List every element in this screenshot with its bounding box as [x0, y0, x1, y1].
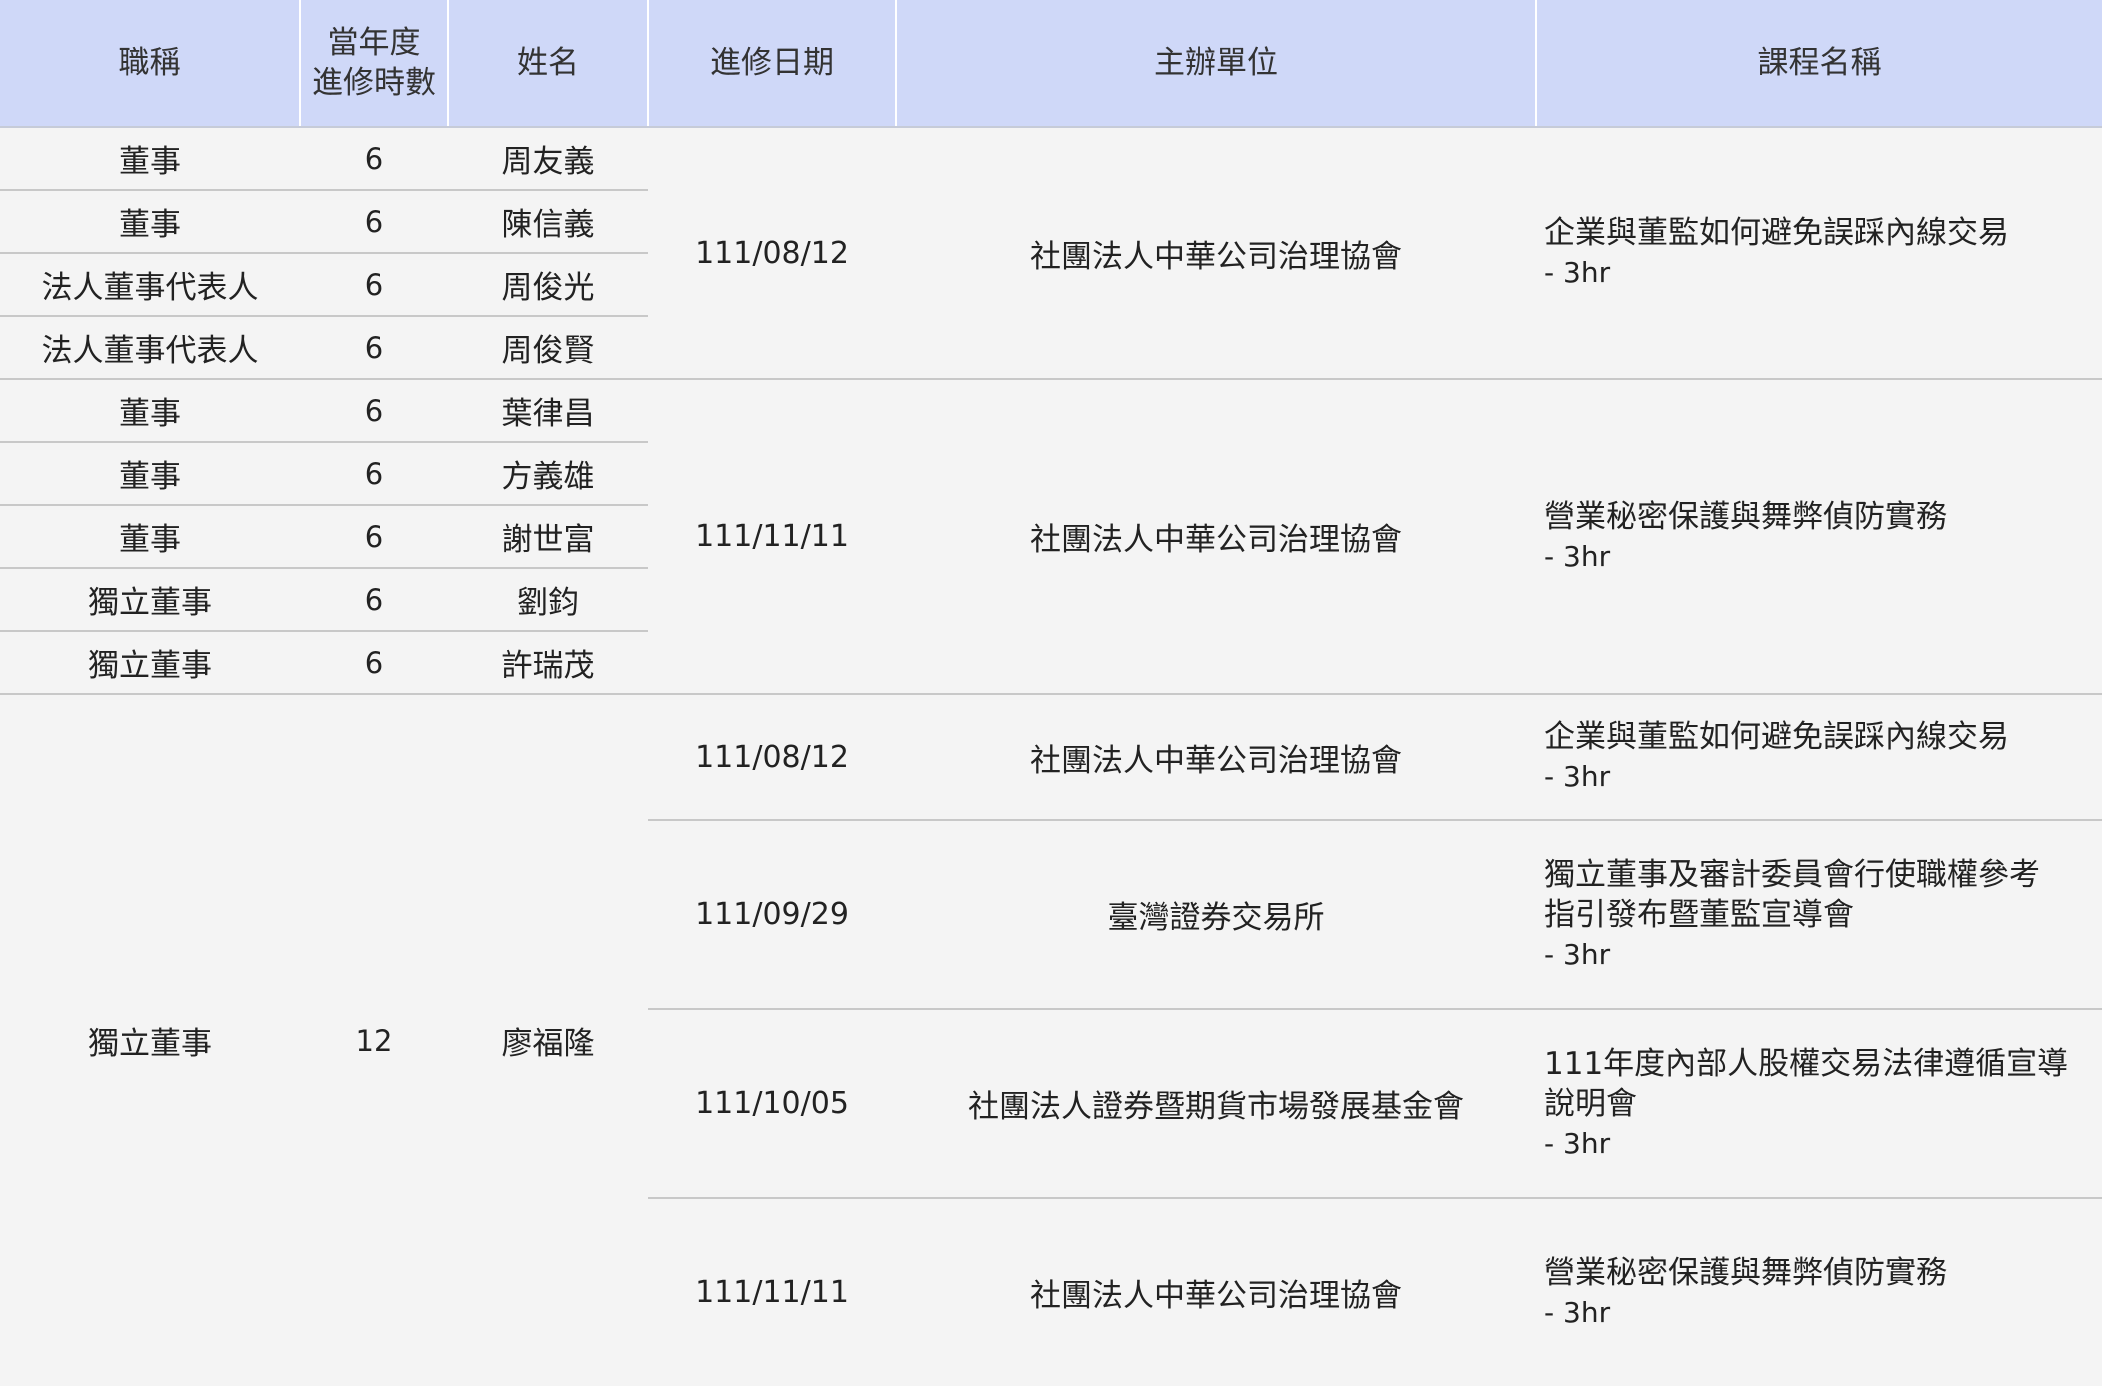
course-hours: - 3hr [1544, 1295, 1611, 1329]
course-organizer: 社團法人證券暨期貨市場發展基金會 [896, 1008, 1536, 1198]
person-hours: 6 [300, 567, 448, 631]
course-date: 111/08/12 [648, 693, 896, 820]
person-name: 謝世富 [448, 504, 648, 568]
header-hours-line1: 當年度 [327, 25, 421, 61]
header-course: 課程名稱 [1535, 0, 2102, 128]
header-date: 進修日期 [647, 0, 896, 128]
person-name: 方義雄 [448, 441, 648, 505]
person-title: 獨立董事 [0, 693, 300, 1386]
person-name: 劉鈞 [448, 567, 648, 631]
person-title: 董事 [0, 189, 300, 253]
course-name: 獨立董事及審計委員會行使職權參考 指引發布暨董監宣導會 - 3hr [1536, 819, 2102, 1009]
header-title: 職稱 [0, 0, 300, 128]
course-date: 111/11/11 [648, 1197, 896, 1386]
training-table: 職稱 當年度 進修時數 姓名 進修日期 主辦單位 課程名稱 董事 6 周友義 1… [0, 0, 2102, 1386]
person-hours: 6 [300, 378, 448, 442]
course-title: 營業秘密保護與舞弊偵防實務 [1544, 1254, 1947, 1291]
person-name: 廖福隆 [448, 693, 648, 1386]
course-title: 獨立董事及審計委員會行使職權參考 [1544, 856, 2040, 893]
person-name: 陳信義 [448, 189, 648, 253]
course-date: 111/08/12 [648, 127, 896, 379]
person-title: 董事 [0, 441, 300, 505]
person-title: 法人董事代表人 [0, 252, 300, 316]
course-name: 營業秘密保護與舞弊偵防實務 - 3hr [1536, 1197, 2102, 1386]
course-organizer: 社團法人中華公司治理協會 [896, 1197, 1536, 1386]
course-name: 企業與董監如何避免誤踩內線交易 - 3hr [1536, 127, 2102, 379]
person-name: 周俊賢 [448, 315, 648, 379]
table-row: 董事 6 周友義 111/08/12 社團法人中華公司治理協會 企業與董監如何避… [0, 127, 2102, 379]
person-hours: 6 [300, 252, 448, 316]
course-name: 營業秘密保護與舞弊偵防實務 - 3hr [1536, 378, 2102, 694]
course-organizer: 社團法人中華公司治理協會 [896, 693, 1536, 820]
course-date: 111/11/11 [648, 378, 896, 694]
course-hours: - 3hr [1544, 256, 1611, 289]
course-title: 營業秘密保護與舞弊偵防實務 [1544, 498, 1947, 535]
person-hours: 6 [300, 189, 448, 253]
course-date: 111/09/29 [648, 819, 896, 1009]
person-title: 法人董事代表人 [0, 315, 300, 379]
person-name: 許瑞茂 [448, 630, 648, 694]
course-title: 111年度內部人股權交易法律遵循宣導 [1544, 1045, 2069, 1082]
person-hours: 6 [300, 441, 448, 505]
course-hours: - 3hr [1544, 539, 1611, 573]
header-row: 職稱 當年度 進修時數 姓名 進修日期 主辦單位 課程名稱 [0, 0, 2102, 128]
course-name: 111年度內部人股權交易法律遵循宣導 說明會 - 3hr [1536, 1008, 2102, 1198]
course-title-line2: 說明會 [1544, 1085, 1637, 1122]
header-organizer: 主辦單位 [895, 0, 1536, 128]
course-name: 企業與董監如何避免誤踩內線交易 - 3hr [1536, 693, 2102, 820]
person-hours: 6 [300, 630, 448, 694]
person-hours: 6 [300, 315, 448, 379]
person-name: 周友義 [448, 127, 648, 190]
course-date: 111/10/05 [648, 1008, 896, 1198]
course-organizer: 社團法人中華公司治理協會 [896, 378, 1536, 694]
person-title: 獨立董事 [0, 567, 300, 631]
person-hours: 12 [300, 693, 448, 1386]
person-hours: 6 [300, 504, 448, 568]
person-title: 董事 [0, 127, 300, 190]
person-name: 周俊光 [448, 252, 648, 316]
header-hours: 當年度 進修時數 [299, 0, 448, 128]
person-name: 葉律昌 [448, 378, 648, 442]
person-hours: 6 [300, 127, 448, 190]
header-name: 姓名 [447, 0, 648, 128]
person-title: 董事 [0, 378, 300, 442]
header-hours-line2: 進修時數 [312, 65, 436, 101]
course-title-line2: 指引發布暨董監宣導會 [1544, 896, 1854, 933]
course-title: 企業與董監如何避免誤踩內線交易 [1544, 719, 2009, 755]
course-hours: - 3hr [1544, 937, 1611, 971]
table-row: 獨立董事 12 廖福隆 111/08/12 社團法人中華公司治理協會 企業與董監… [0, 693, 2102, 1386]
course-organizer: 社團法人中華公司治理協會 [896, 127, 1536, 379]
course-hours: - 3hr [1544, 1126, 1611, 1160]
course-title: 企業與董監如何避免誤踩內線交易 [1544, 215, 2009, 251]
course-hours: - 3hr [1544, 760, 1611, 793]
person-title: 獨立董事 [0, 630, 300, 694]
table-row: 董事 6 葉律昌 111/11/11 社團法人中華公司治理協會 營業秘密保護與舞… [0, 378, 2102, 694]
person-title: 董事 [0, 504, 300, 568]
course-organizer: 臺灣證券交易所 [896, 819, 1536, 1009]
